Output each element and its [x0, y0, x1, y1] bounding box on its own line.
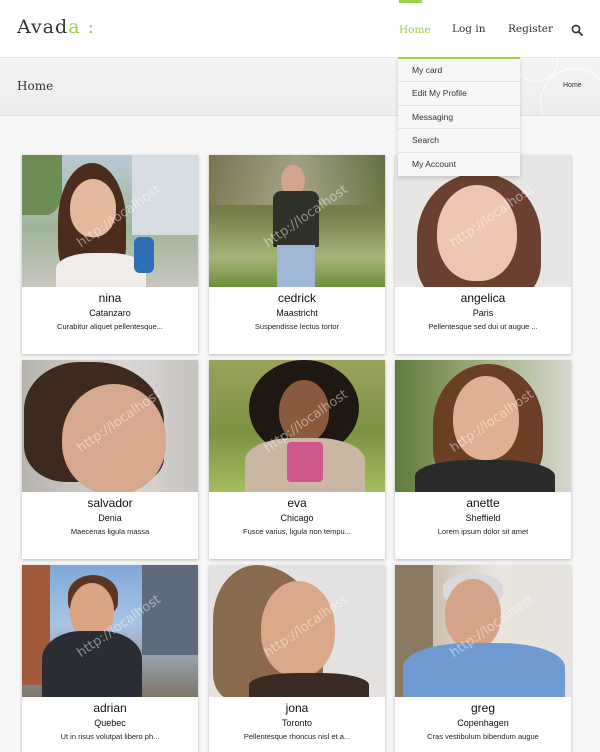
profile-photo: http://localhost — [209, 565, 385, 697]
card-description: Maecenas ligula massa — [70, 527, 150, 536]
profile-card[interactable]: http://localhost salvador Denia Maecenas… — [22, 360, 198, 559]
page-title: Home — [17, 79, 54, 93]
profile-card[interactable]: http://localhost greg Copenhagen Cras ve… — [395, 565, 571, 752]
card-city: Paris — [472, 308, 494, 318]
card-city: Quebec — [94, 718, 126, 728]
card-city: Toronto — [281, 718, 313, 728]
profile-card[interactable]: http://localhost jona Toronto Pellentesq… — [209, 565, 385, 752]
menu-item-messaging[interactable]: Messaging — [398, 106, 520, 130]
profile-photo: http://localhost — [395, 360, 571, 492]
logo-colon: : — [87, 16, 95, 38]
home-dropdown-menu: My card Edit My Profile Messaging Search… — [398, 57, 520, 176]
nav-home[interactable]: Home — [399, 0, 431, 58]
card-description: Ut in risus volutpat libero ph... — [60, 732, 160, 741]
card-name: angelica — [460, 291, 506, 305]
menu-item-my-card[interactable]: My card — [398, 59, 520, 83]
search-icon[interactable] — [571, 24, 583, 36]
card-name: nina — [98, 291, 122, 305]
card-city: Denia — [98, 513, 122, 523]
profile-photo: http://localhost — [22, 565, 198, 697]
profile-card[interactable]: http://localhost angelica Paris Pellente… — [395, 155, 571, 354]
card-name: eva — [287, 496, 307, 510]
profile-card[interactable]: http://localhost nina Catanzaro Curabitu… — [22, 155, 198, 354]
card-name: adrian — [93, 701, 127, 715]
profile-photo: http://localhost — [209, 155, 385, 287]
card-description: Lorem ipsum dolor sit amet — [437, 527, 529, 536]
card-description: Cras vestibulum bibendum augue — [427, 732, 539, 741]
profile-photo: http://localhost — [395, 565, 571, 697]
card-description: Pellentesque sed dui ut augue ... — [428, 322, 538, 331]
profile-photo: http://localhost — [209, 360, 385, 492]
card-name: jona — [285, 701, 309, 715]
card-description: Fusce varius, ligula non tempu... — [243, 527, 351, 536]
profile-photo: http://localhost — [22, 360, 198, 492]
profile-photo: http://localhost — [22, 155, 198, 287]
breadcrumb[interactable]: Home — [563, 82, 582, 89]
card-city: Chicago — [280, 513, 314, 523]
card-name: cedrick — [277, 291, 316, 305]
card-city: Sheffield — [465, 513, 501, 523]
site-logo[interactable]: Avada : — [17, 16, 95, 38]
card-city: Maastricht — [276, 308, 318, 318]
profile-card[interactable]: http://localhost anette Sheffield Lorem … — [395, 360, 571, 559]
nav-register[interactable]: Register — [508, 0, 553, 58]
menu-item-my-account[interactable]: My Account — [398, 153, 520, 176]
card-name: greg — [470, 701, 496, 715]
menu-item-search[interactable]: Search — [398, 129, 520, 153]
profile-card[interactable]: http://localhost adrian Quebec Ut in ris… — [22, 565, 198, 752]
card-description: Curabitur aliquet pellentesque... — [57, 322, 163, 331]
profile-card[interactable]: http://localhost cedrick Maastricht Susp… — [209, 155, 385, 354]
card-description: Pellentesque rhoncus nisl et a... — [243, 732, 351, 741]
card-description: Suspendisse lectus tortor — [254, 322, 340, 331]
card-city: Catanzaro — [89, 308, 131, 318]
card-name: salvador — [87, 496, 133, 510]
nav-login[interactable]: Log in — [452, 0, 485, 58]
card-city: Copenhagen — [457, 718, 509, 728]
site-header: Avada : Home Log in Register — [0, 0, 600, 58]
profile-card[interactable]: http://localhost eva Chicago Fusce variu… — [209, 360, 385, 559]
menu-item-edit-profile[interactable]: Edit My Profile — [398, 82, 520, 106]
card-name: anette — [466, 496, 500, 510]
logo-text: Avada — [17, 16, 81, 38]
